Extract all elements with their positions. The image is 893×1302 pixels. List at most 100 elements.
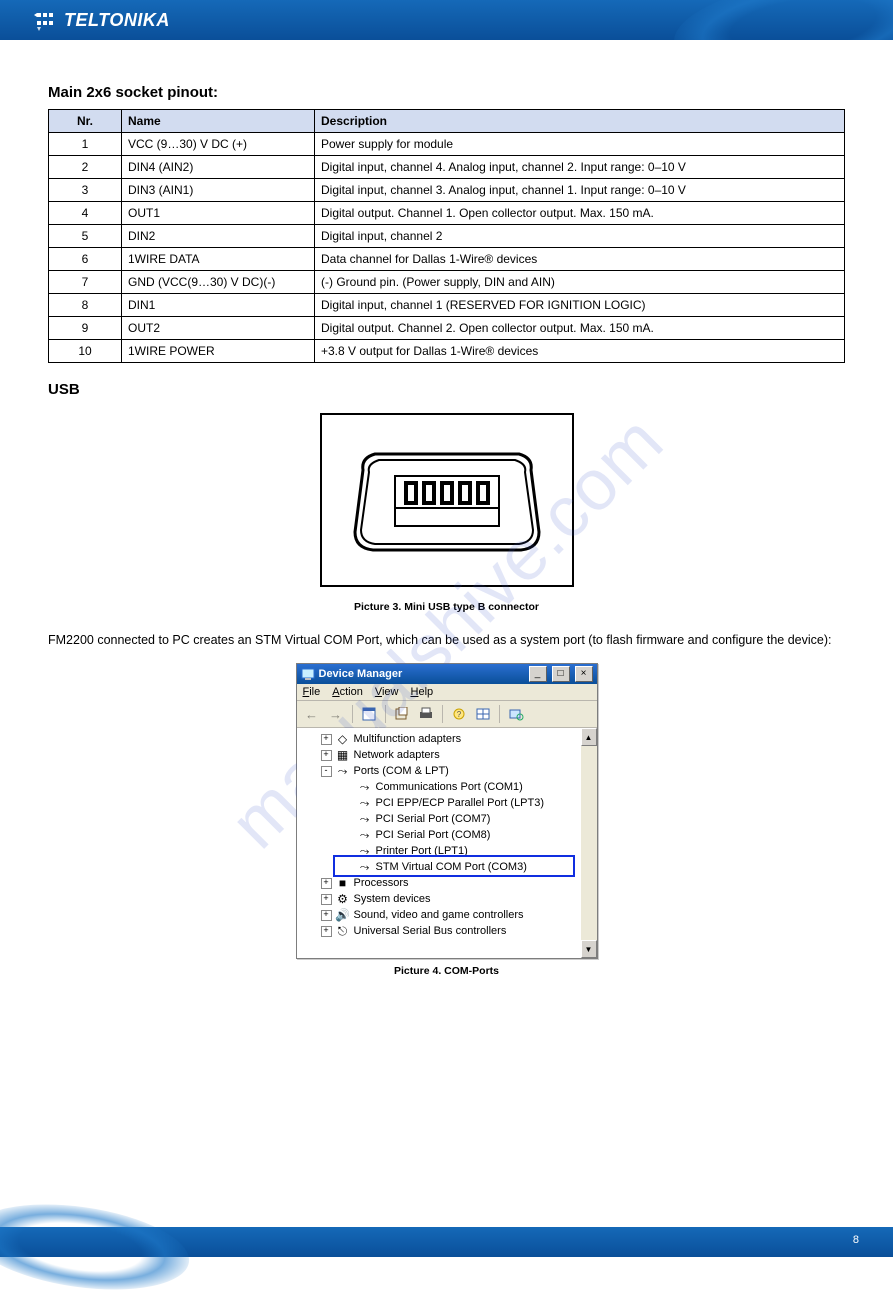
figure-caption-1: Picture 3. Mini USB type B connector bbox=[48, 601, 845, 613]
usb-connector-drawing bbox=[317, 410, 577, 595]
device-tree[interactable]: +◇Multifunction adapters+▦Network adapte… bbox=[297, 728, 581, 958]
table-row: 4OUT1Digital output. Channel 1. Open col… bbox=[49, 202, 845, 225]
footer-bar: 8 bbox=[0, 1227, 893, 1257]
cell-name: VCC (9…30) V DC (+) bbox=[122, 133, 315, 156]
tree-item[interactable]: ⤳PCI Serial Port (COM7) bbox=[301, 811, 579, 827]
expand-icon[interactable]: + bbox=[321, 926, 332, 937]
tree-item-label: Network adapters bbox=[354, 749, 440, 761]
toolbar-sep bbox=[352, 705, 353, 723]
menu-action[interactable]: Action bbox=[332, 686, 363, 698]
cell-nr: 6 bbox=[49, 248, 122, 271]
print-button[interactable] bbox=[415, 704, 437, 724]
scroll-track[interactable] bbox=[581, 746, 597, 940]
brand-name: TELTONIKA bbox=[64, 10, 170, 31]
tree-item[interactable]: ⤳Printer Port (LPT1) bbox=[301, 843, 579, 859]
port-icon: ⤳ bbox=[357, 844, 373, 859]
menu-file[interactable]: File bbox=[303, 686, 321, 698]
sys-icon: ⚙ bbox=[335, 892, 351, 906]
tree-item[interactable]: +🔊Sound, video and game controllers bbox=[301, 907, 579, 923]
tree-item[interactable]: +◇Multifunction adapters bbox=[301, 731, 579, 747]
cell-desc: Digital input, channel 2 bbox=[315, 225, 845, 248]
tree-item-label: Printer Port (LPT1) bbox=[376, 845, 468, 857]
tree-item-label: PCI Serial Port (COM8) bbox=[376, 829, 491, 841]
menu-view[interactable]: View bbox=[375, 686, 399, 698]
scrollbar[interactable]: ▲ ▼ bbox=[581, 728, 597, 958]
table-row: 2DIN4 (AIN2)Digital input, channel 4. An… bbox=[49, 156, 845, 179]
tree-item[interactable]: ⤳Communications Port (COM1) bbox=[301, 779, 579, 795]
tree-item-label: Sound, video and game controllers bbox=[354, 909, 524, 921]
window-title-bar[interactable]: Device Manager _ □ × bbox=[297, 664, 597, 684]
refresh-button[interactable] bbox=[391, 704, 413, 724]
window-icon bbox=[301, 667, 315, 681]
scroll-up[interactable]: ▲ bbox=[581, 728, 597, 746]
menu-help[interactable]: Help bbox=[411, 686, 434, 698]
menu-bar[interactable]: File Action View Help bbox=[297, 684, 597, 701]
cell-desc: Digital output. Channel 1. Open collecto… bbox=[315, 202, 845, 225]
tree-item[interactable]: +⚙System devices bbox=[301, 891, 579, 907]
device-manager-window: Device Manager _ □ × File Action View He… bbox=[296, 663, 598, 959]
cell-desc: Digital output. Channel 2. Open collecto… bbox=[315, 317, 845, 340]
pinout-table: Nr. Name Description 1VCC (9…30) V DC (+… bbox=[48, 109, 845, 363]
help-button[interactable]: ? bbox=[448, 704, 470, 724]
scan-button[interactable] bbox=[505, 704, 527, 724]
cell-nr: 9 bbox=[49, 317, 122, 340]
cell-name: GND (VCC(9…30) V DC)(-) bbox=[122, 271, 315, 294]
tree-item-label: Multifunction adapters bbox=[354, 733, 462, 745]
th-desc: Description bbox=[315, 110, 845, 133]
net-icon: ▦ bbox=[335, 748, 351, 762]
tree-item[interactable]: ⤳STM Virtual COM Port (COM3) bbox=[301, 859, 579, 875]
tree-item-label: PCI Serial Port (COM7) bbox=[376, 813, 491, 825]
properties-button[interactable] bbox=[358, 704, 380, 724]
expand-icon[interactable]: + bbox=[321, 750, 332, 761]
close-button[interactable]: × bbox=[575, 666, 593, 682]
usb-heading: USB bbox=[48, 381, 845, 398]
cell-nr: 2 bbox=[49, 156, 122, 179]
logo-icon bbox=[34, 9, 58, 31]
header-bar: TELTONIKA bbox=[0, 0, 893, 40]
tree-item-label: Communications Port (COM1) bbox=[376, 781, 523, 793]
cell-nr: 10 bbox=[49, 340, 122, 363]
cpu-icon: ■ bbox=[335, 876, 351, 890]
table-row: 61WIRE DATAData channel for Dallas 1-Wir… bbox=[49, 248, 845, 271]
usb-icon: ⎋ bbox=[335, 924, 351, 939]
tree-item[interactable]: ⤳PCI EPP/ECP Parallel Port (LPT3) bbox=[301, 795, 579, 811]
maximize-button[interactable]: □ bbox=[552, 666, 570, 682]
expand-icon[interactable]: + bbox=[321, 894, 332, 905]
port-icon: ⤳ bbox=[357, 860, 373, 875]
cell-name: DIN4 (AIN2) bbox=[122, 156, 315, 179]
expand-icon[interactable]: + bbox=[321, 910, 332, 921]
th-nr: Nr. bbox=[49, 110, 122, 133]
cell-desc: Power supply for module bbox=[315, 133, 845, 156]
cell-nr: 3 bbox=[49, 179, 122, 202]
toolbar-sep bbox=[385, 705, 386, 723]
cell-nr: 5 bbox=[49, 225, 122, 248]
svg-text:?: ? bbox=[456, 710, 461, 719]
tree-item[interactable]: +■Processors bbox=[301, 875, 579, 891]
cell-desc: Data channel for Dallas 1-Wire® devices bbox=[315, 248, 845, 271]
minimize-button[interactable]: _ bbox=[529, 666, 547, 682]
collapse-icon[interactable]: - bbox=[321, 766, 332, 777]
cell-desc: Digital input, channel 1 (RESERVED FOR I… bbox=[315, 294, 845, 317]
cell-name: DIN3 (AIN1) bbox=[122, 179, 315, 202]
tree-item-label: STM Virtual COM Port (COM3) bbox=[376, 861, 527, 873]
toolbar-sep bbox=[499, 705, 500, 723]
tree-item-label: Processors bbox=[354, 877, 409, 889]
diamond-icon: ◇ bbox=[335, 732, 351, 746]
expand-icon[interactable]: + bbox=[321, 734, 332, 745]
tree-item[interactable]: -⤳Ports (COM & LPT) bbox=[301, 763, 579, 779]
expand-icon[interactable]: + bbox=[321, 878, 332, 889]
port-icon: ⤳ bbox=[357, 812, 373, 827]
table-row: 8DIN1Digital input, channel 1 (RESERVED … bbox=[49, 294, 845, 317]
tree-item-label: System devices bbox=[354, 893, 431, 905]
cell-desc: +3.8 V output for Dallas 1-Wire® devices bbox=[315, 340, 845, 363]
tree-item[interactable]: +▦Network adapters bbox=[301, 747, 579, 763]
tree-item[interactable]: +⎋Universal Serial Bus controllers bbox=[301, 923, 579, 939]
cell-name: DIN1 bbox=[122, 294, 315, 317]
th-name: Name bbox=[122, 110, 315, 133]
cell-nr: 1 bbox=[49, 133, 122, 156]
scroll-down[interactable]: ▼ bbox=[581, 940, 597, 958]
show-hidden-button[interactable] bbox=[472, 704, 494, 724]
tree-item-label: Ports (COM & LPT) bbox=[354, 765, 449, 777]
table-row: 7GND (VCC(9…30) V DC)(-)(-) Ground pin. … bbox=[49, 271, 845, 294]
tree-item[interactable]: ⤳PCI Serial Port (COM8) bbox=[301, 827, 579, 843]
